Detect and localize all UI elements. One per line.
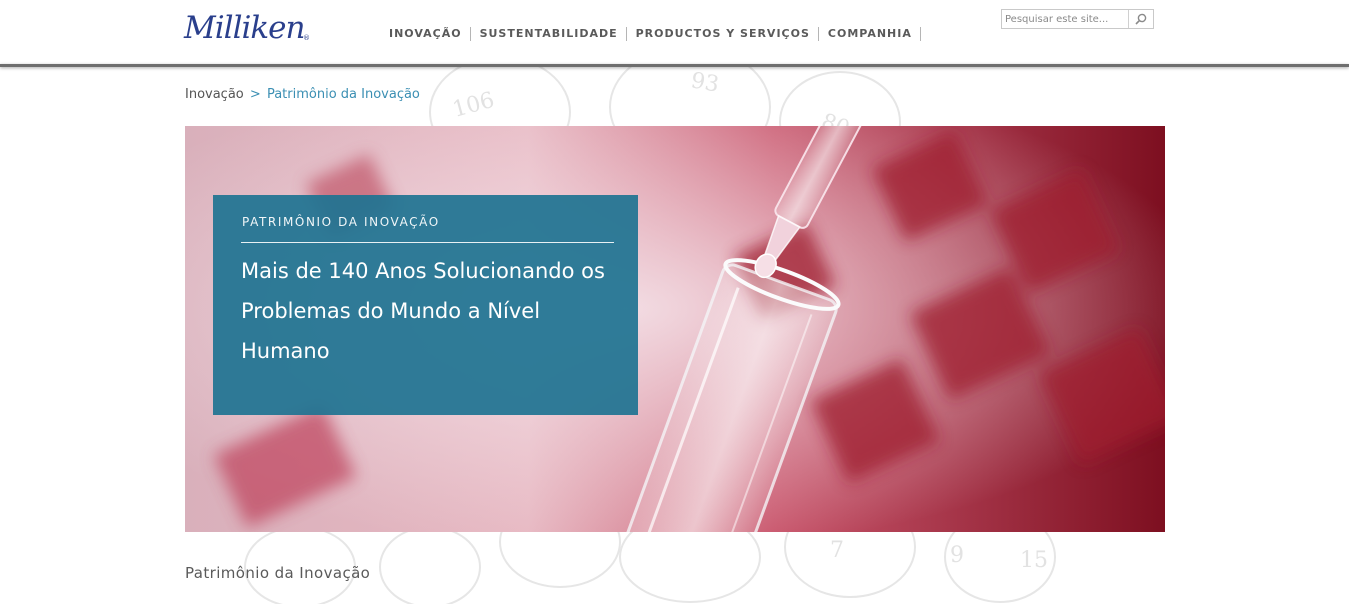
hero-divider [241, 242, 614, 243]
svg-text:106: 106 [450, 88, 497, 123]
hero-text-card: PATRIMÔNIO DA INOVAÇÃO Mais de 140 Anos … [213, 195, 638, 415]
nav-item-productos-servicos[interactable]: PRODUCTOS Y SERVIÇOS [627, 26, 819, 41]
nav-item-inovacao[interactable]: INOVAÇÃO [380, 26, 471, 41]
nav-item-companhia[interactable]: COMPANHIA [819, 26, 921, 41]
search-input[interactable] [1002, 10, 1128, 28]
search-icon [1134, 13, 1146, 25]
site-header: Milliken ® INOVAÇÃO SUSTENTABILIDADE PRO… [0, 0, 1349, 65]
svg-text:93: 93 [689, 68, 721, 97]
nav-item-sustentabilidade[interactable]: SUSTENTABILIDADE [471, 26, 627, 41]
search-box [1001, 9, 1154, 29]
logo-wordmark: Milliken [184, 10, 305, 46]
search-button[interactable] [1128, 10, 1152, 28]
hero-title: Mais de 140 Anos Solucionando os Problem… [241, 259, 605, 363]
breadcrumb-link-inovacao[interactable]: Inovação [185, 87, 244, 102]
svg-text:7: 7 [830, 538, 844, 563]
hero-banner: PATRIMÔNIO DA INOVAÇÃO Mais de 140 Anos … [185, 126, 1165, 532]
section-title: Patrimônio da Inovação [185, 564, 371, 582]
logo-registered-mark: ® [303, 34, 310, 42]
breadcrumb-current: Patrimônio da Inovação [266, 87, 420, 102]
milliken-logo[interactable]: Milliken ® [184, 8, 314, 48]
svg-text:9: 9 [950, 543, 964, 568]
header-divider [0, 64, 1349, 67]
breadcrumb-separator: > [249, 87, 261, 102]
svg-text:15: 15 [1020, 548, 1048, 573]
main-nav: INOVAÇÃO SUSTENTABILIDADE PRODUCTOS Y SE… [380, 26, 921, 41]
breadcrumb: Inovação > Patrimônio da Inovação [185, 87, 420, 102]
hero-eyebrow: PATRIMÔNIO DA INOVAÇÃO [242, 215, 440, 229]
